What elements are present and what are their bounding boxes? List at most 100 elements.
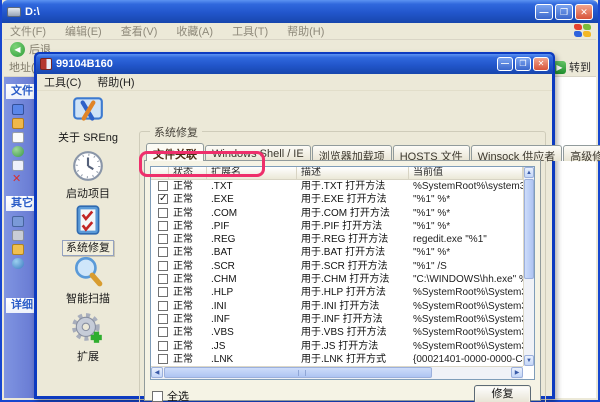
cell-current-value: %SystemRoot%\System32\ <box>409 286 523 299</box>
row-checkbox[interactable] <box>158 247 168 257</box>
explorer-menu-item[interactable]: 文件(F) <box>10 23 46 39</box>
folder-icon[interactable] <box>12 244 24 255</box>
row-checkbox[interactable] <box>158 181 168 191</box>
row-checkbox[interactable] <box>158 194 168 204</box>
publish-icon[interactable] <box>12 146 24 157</box>
sidebar-item-startup[interactable]: 启动项目 <box>39 149 137 201</box>
select-all[interactable]: 全选 <box>152 388 189 402</box>
file-association-panel: 状态 扩展名 描述 当前值 正常 .TXT 用于.TX <box>144 160 541 401</box>
table-row[interactable]: 正常 .PIF 用于.PIF 打开方法 "%1" %* <box>151 220 523 233</box>
sidebar-item-system-repair[interactable]: 系统修复 <box>39 203 137 255</box>
vertical-scrollbar[interactable]: ▲ ▼ <box>523 167 534 366</box>
cell-current-value: %SystemRoot%\system32\ <box>409 180 523 193</box>
scroll-right-icon[interactable]: ▶ <box>511 367 523 378</box>
horizontal-scrollbar[interactable]: ◀ ▶ <box>151 366 523 379</box>
table-row[interactable]: 正常 .SCR 用于.SCR 打开方法 "%1" /S <box>151 260 523 273</box>
copy-icon[interactable] <box>12 132 24 143</box>
close-button[interactable]: ✕ <box>575 4 593 20</box>
dialog-menubar: 工具(C) 帮助(H) <box>37 74 552 91</box>
cell-extension: .COM <box>207 207 297 220</box>
cell-extension: .VBS <box>207 326 297 339</box>
cell-status: 正常 <box>169 300 207 313</box>
cell-description: 用于.REG 打开方法 <box>297 233 409 246</box>
cell-extension: .JS <box>207 340 297 353</box>
delete-icon[interactable]: ✕ <box>12 174 24 185</box>
row-checkbox[interactable] <box>158 354 168 364</box>
table-row[interactable]: 正常 .TXT 用于.TXT 打开方法 %SystemRoot%\system3… <box>151 180 523 193</box>
explorer-menu-item[interactable]: 收藏(A) <box>176 23 213 39</box>
cell-current-value: "%1" %* <box>409 193 523 206</box>
email-icon[interactable] <box>12 160 24 171</box>
sidebar-item-about[interactable]: 关于 SREng <box>39 93 137 145</box>
panel-footer: 全选 修复 <box>150 385 535 402</box>
tab[interactable]: HOSTS 文件 <box>393 145 470 161</box>
header-current-value[interactable]: 当前值 <box>409 167 523 180</box>
cell-extension: .PIF <box>207 220 297 233</box>
row-checkbox[interactable] <box>158 221 168 231</box>
network-icon[interactable] <box>12 258 24 269</box>
row-checkbox[interactable] <box>158 261 168 271</box>
vertical-scroll-thumb[interactable] <box>524 179 534 279</box>
computer-icon[interactable] <box>12 216 24 227</box>
drive-icon <box>7 7 21 17</box>
tab[interactable]: Winsock 供应者 <box>471 145 563 161</box>
row-checkbox[interactable] <box>158 314 168 324</box>
sreng-icon <box>40 58 52 70</box>
table-row[interactable]: 正常 .COM 用于.COM 打开方法 "%1" %* <box>151 207 523 220</box>
scroll-down-icon[interactable]: ▼ <box>524 355 534 366</box>
select-all-label: 全选 <box>167 388 189 402</box>
sidebar-item-extension[interactable]: 扩展 <box>39 312 137 364</box>
table-row[interactable]: 正常 .CHM 用于.CHM 打开方法 "C:\WINDOWS\hh.exe" … <box>151 273 523 286</box>
header-description[interactable]: 描述 <box>297 167 409 180</box>
row-checkbox[interactable] <box>158 208 168 218</box>
row-checkbox[interactable] <box>158 287 168 297</box>
explorer-menu-item[interactable]: 查看(V) <box>121 23 158 39</box>
explorer-menu-item[interactable]: 编辑(E) <box>65 23 102 39</box>
minimize-button[interactable]: — <box>535 4 553 20</box>
table-row[interactable]: 正常 .REG 用于.REG 打开方法 regedit.exe "%1" <box>151 233 523 246</box>
cell-description: 用于.LNK 打开方式 <box>297 353 409 366</box>
cell-description: 用于.COM 打开方法 <box>297 207 409 220</box>
dialog-menu-item[interactable]: 帮助(H) <box>97 74 134 90</box>
row-checkbox[interactable] <box>158 234 168 244</box>
table-row[interactable]: 正常 .LNK 用于.LNK 打开方式 {00021401-0000-0000-… <box>151 353 523 366</box>
table-row[interactable]: 正常 .INF 用于.INF 打开方法 %SystemRoot%\System3… <box>151 313 523 326</box>
sidebar-item-smart-scan[interactable]: 智能扫描 <box>39 254 137 306</box>
row-checkbox[interactable] <box>158 327 168 337</box>
cell-extension: .REG <box>207 233 297 246</box>
table-row[interactable]: 正常 .VBS 用于.VBS 打开方法 %SystemRoot%\System3… <box>151 326 523 339</box>
tab[interactable]: 高级修复 <box>563 145 600 161</box>
horizontal-scroll-thumb[interactable] <box>164 367 432 378</box>
go-button-label[interactable]: 转到 <box>569 59 591 75</box>
table-row[interactable]: 正常 .HLP 用于.HLP 打开方法 %SystemRoot%\System3… <box>151 286 523 299</box>
table-row[interactable]: 正常 .JS 用于.JS 打开方法 %SystemRoot%\System32\ <box>151 340 523 353</box>
row-checkbox[interactable] <box>158 341 168 351</box>
explorer-menu-item[interactable]: 工具(T) <box>232 23 268 39</box>
repair-button[interactable]: 修复 <box>474 385 531 402</box>
table-row[interactable]: 正常 .BAT 用于.BAT 打开方法 "%1" %* <box>151 246 523 259</box>
dialog-maximize-button[interactable]: ❒ <box>515 57 531 71</box>
dialog-menu-item[interactable]: 工具(C) <box>44 74 81 90</box>
row-checkbox[interactable] <box>158 301 168 311</box>
tab[interactable]: 浏览器加载项 <box>312 145 392 161</box>
dialog-minimize-button[interactable]: — <box>497 57 513 71</box>
cell-current-value: "%1" %* <box>409 246 523 259</box>
cell-current-value: "%1" %* <box>409 207 523 220</box>
windows-logo-icon <box>574 24 592 38</box>
cell-status: 正常 <box>169 273 207 286</box>
printer-icon[interactable] <box>12 230 24 241</box>
move-icon[interactable] <box>12 118 24 129</box>
table-row[interactable]: 正常 .INI 用于.INI 打开方法 %SystemRoot%\System3… <box>151 300 523 313</box>
select-all-checkbox[interactable] <box>152 391 163 402</box>
dialog-close-button[interactable]: ✕ <box>533 57 549 71</box>
back-icon[interactable]: ◀ <box>10 42 25 57</box>
table-row[interactable]: 正常 .EXE 用于.EXE 打开方法 "%1" %* <box>151 193 523 206</box>
maximize-button[interactable]: ❒ <box>555 4 573 20</box>
explorer-menu-item[interactable]: 帮助(H) <box>287 23 324 39</box>
rename-icon[interactable] <box>12 104 24 115</box>
scroll-up-icon[interactable]: ▲ <box>524 167 534 178</box>
screen: D:\ — ❒ ✕ 文件(F) 编辑(E) 查看(V) 收藏(A) 工具(T) … <box>0 0 600 402</box>
row-checkbox[interactable] <box>158 274 168 284</box>
scroll-left-icon[interactable]: ◀ <box>151 367 163 378</box>
cell-status: 正常 <box>169 246 207 259</box>
